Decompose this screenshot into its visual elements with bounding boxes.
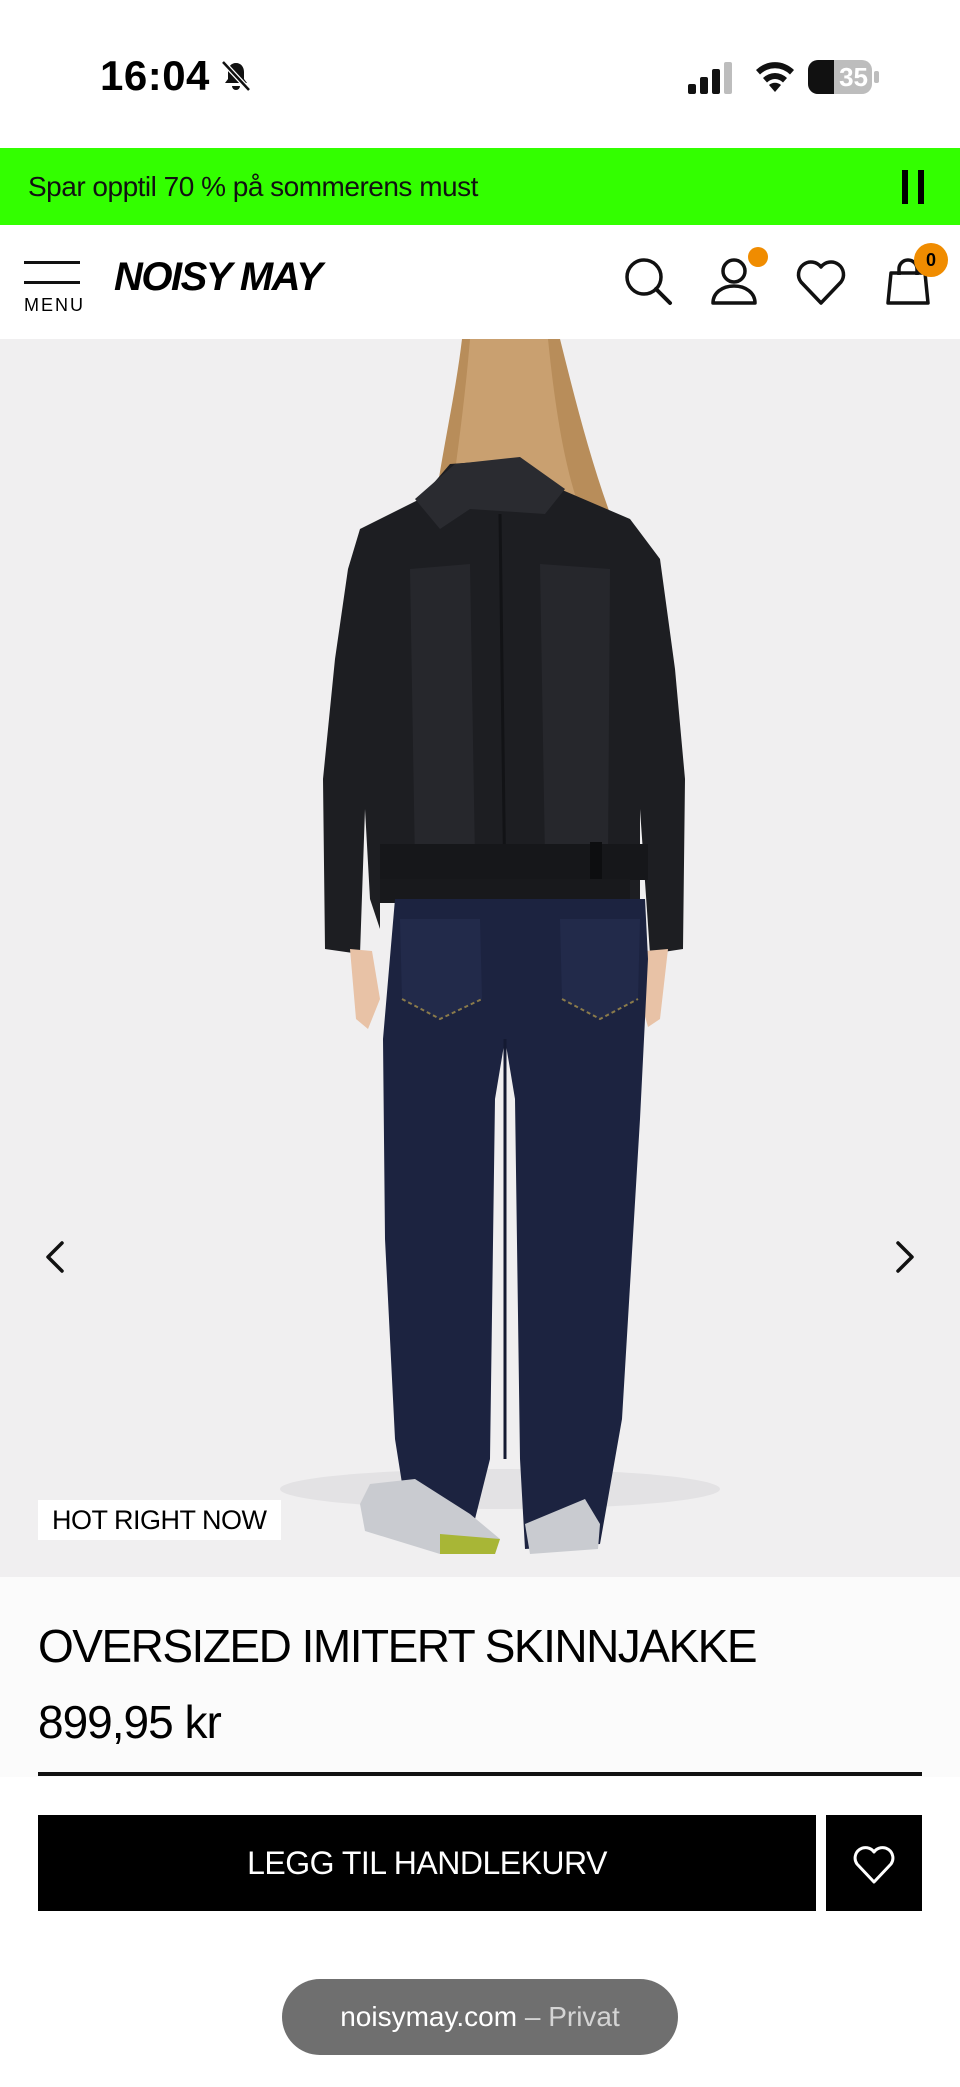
wishlist-button[interactable]: [826, 1815, 922, 1911]
product-tag: HOT RIGHT NOW: [38, 1500, 281, 1540]
chevron-right-icon[interactable]: [884, 1237, 924, 1277]
signal-icon: [688, 62, 732, 94]
battery-level: 35: [839, 62, 868, 92]
cart-count-badge: 0: [914, 243, 948, 277]
promo-text[interactable]: Spar opptil 70 % på sommerens must: [28, 148, 478, 225]
notification-dot: [748, 247, 768, 267]
bell-slash-icon: [221, 60, 251, 92]
product-price: 899,95 kr: [38, 1696, 222, 1748]
divider: [38, 1772, 922, 1776]
heart-icon[interactable]: [793, 253, 849, 309]
product-photo: [280, 339, 720, 1554]
add-to-cart-button[interactable]: LEGG TIL HANDLEKURV: [38, 1815, 816, 1911]
heart-icon: [853, 1846, 895, 1884]
search-icon[interactable]: [620, 253, 676, 309]
browser-domain: noisymay.com: [340, 2001, 518, 2032]
pause-icon[interactable]: [900, 170, 928, 204]
hamburger-icon-line: [24, 281, 80, 284]
menu-button[interactable]: MENU: [24, 259, 84, 315]
purchase-bar: LEGG TIL HANDLEKURV noisymay.com – Priva…: [0, 1777, 960, 2087]
browser-mode: – Privat: [524, 2001, 620, 2032]
status-time: 16:04: [100, 52, 210, 99]
browser-url-pill[interactable]: noisymay.com – Privat: [282, 1979, 678, 2055]
hamburger-icon: [24, 261, 80, 264]
site-header: MENU NOISY MAY 0: [0, 225, 960, 339]
status-bar: 16:04 35: [0, 0, 960, 148]
promo-banner[interactable]: Spar opptil 70 % på sommerens must: [0, 148, 960, 225]
menu-label: MENU: [24, 295, 85, 315]
product-title: OVERSIZED IMITERT SKINNJAKKE: [38, 1620, 758, 1672]
product-info: OVERSIZED IMITERT SKINNJAKKE 899,95 kr: [0, 1577, 960, 1777]
wifi-icon: [756, 62, 794, 92]
brand-logo[interactable]: NOISY MAY: [114, 255, 323, 300]
chevron-left-icon[interactable]: [36, 1237, 76, 1277]
product-image-gallery[interactable]: [0, 339, 960, 1577]
